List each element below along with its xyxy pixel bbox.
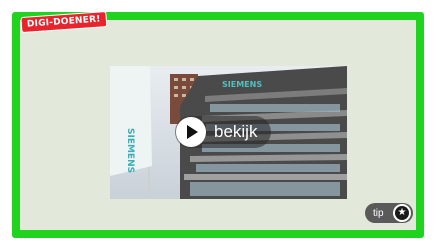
flag-text: SIEMENS [125,128,135,173]
tip-button[interactable]: tip ★ [365,203,413,223]
watch-label: bekijk [214,122,258,141]
tip-label: tip [373,207,384,219]
star-icon: ★ [393,204,411,222]
building-sign: SIEMENS [222,80,262,89]
watch-button[interactable]: bekijk [175,116,271,148]
play-icon [176,117,206,147]
